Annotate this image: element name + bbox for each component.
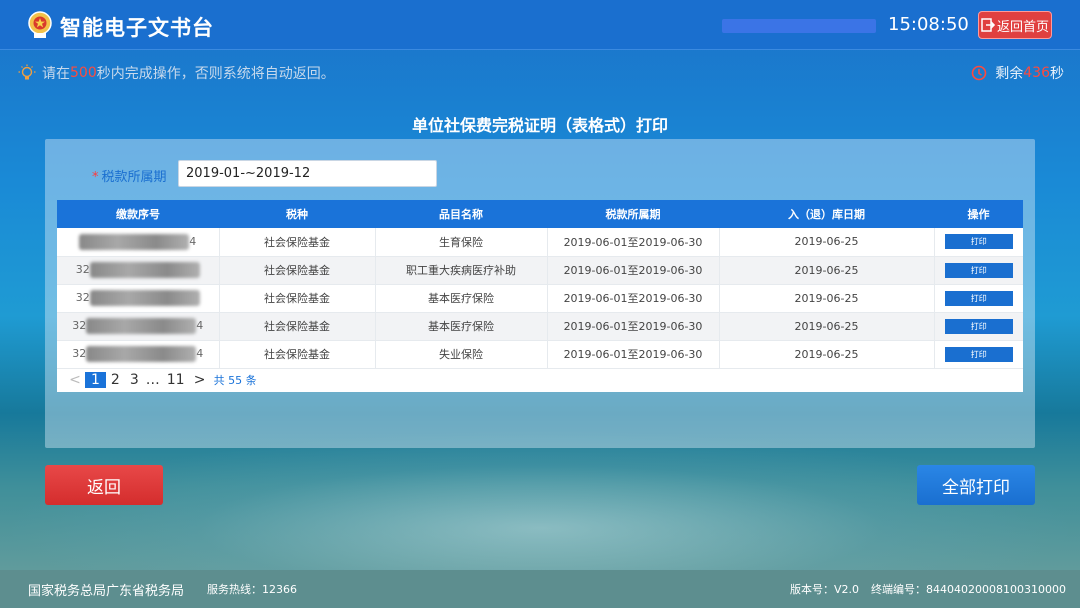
page-button-3[interactable]: 3 [125,372,144,388]
table-row: 32 社会保险基金 职工重大疾病医疗补助 2019-06-01至2019-06-… [57,256,1023,285]
col-header-tax-type: 税种 [219,200,375,228]
tax-type-cell: 社会保险基金 [219,256,376,285]
exit-icon [981,18,995,32]
page-button-1[interactable]: 1 [85,372,106,388]
seq-cell: 32 [57,256,220,285]
table-row: 32 4 社会保险基金 失业保险 2019-06-01至2019-06-30 20… [57,340,1023,369]
row-print-button[interactable]: 打印 [944,318,1013,334]
payment-table: 缴款序号 税种 品目名称 税款所属期 入（退）库日期 操作 4 社会保险基金 生… [57,200,1023,392]
action-cell: 打印 [934,340,1023,369]
table-header-row: 缴款序号 税种 品目名称 税款所属期 入（退）库日期 操作 [57,200,1023,228]
period-cell: 2019-06-01至2019-06-30 [547,312,720,341]
col-header-action: 操作 [934,200,1023,228]
header-bar: 智能电子文书台 15:08:50 返回首页 [0,0,1080,50]
seq-cell: 32 [57,284,220,313]
page-button-last[interactable]: 11 [162,372,190,388]
table-row: 32 社会保险基金 基本医疗保险 2019-06-01至2019-06-30 2… [57,284,1023,313]
seq-suffix: 4 [196,319,204,332]
footer-terminal: 终端编号：84404020008100310000 [871,583,1066,596]
action-cell: 打印 [934,256,1023,285]
next-page-button[interactable]: > [190,372,210,388]
row-print-button[interactable]: 打印 [944,346,1013,362]
action-cell: 打印 [934,228,1023,257]
tax-type-cell: 社会保险基金 [219,312,376,341]
countdown-post: 秒 [1050,66,1064,82]
seq-cell: 32 4 [57,340,220,369]
period-cell: 2019-06-01至2019-06-30 [547,256,720,285]
redacted-mask [89,262,200,278]
seq-cell: 4 [57,228,220,257]
countdown: 剩余 436 秒 [971,63,1064,83]
footer-hotline: 服务热线：12366 [207,583,297,596]
period-cell: 2019-06-01至2019-06-30 [547,340,720,369]
item-cell: 生育保险 [375,228,548,257]
tax-type-cell: 社会保险基金 [219,228,376,257]
date-cell: 2019-06-25 [719,228,935,257]
seq-prefix: 32 [72,347,87,360]
notice-text-post: 秒内完成操作，否则系统将自动返回。 [96,66,335,82]
date-cell: 2019-06-25 [719,340,935,369]
tax-type-cell: 社会保险基金 [219,284,376,313]
item-cell: 职工重大疾病医疗补助 [375,256,548,285]
tax-type-cell: 社会保险基金 [219,340,376,369]
countdown-pre: 剩余 [995,66,1024,82]
table-row: 4 社会保险基金 生育保险 2019-06-01至2019-06-30 2019… [57,228,1023,257]
row-print-button[interactable]: 打印 [944,262,1013,278]
redacted-mask [79,233,190,250]
seq-suffix: 4 [196,347,204,360]
footer-version: 版本号：V2.0 [790,583,860,596]
period-cell: 2019-06-01至2019-06-30 [547,228,720,257]
seq-prefix: 32 [72,319,87,332]
item-cell: 基本医疗保险 [375,312,548,341]
col-header-seq: 缴款序号 [57,200,219,228]
home-button-label: 返回首页 [996,19,1049,35]
seq-prefix: 32 [75,291,90,304]
redacted-mask [89,290,200,306]
seq-prefix: 32 [75,263,90,276]
required-mark: * [92,170,99,185]
page-title: 单位社保费完税证明（表格式）打印 [411,116,668,135]
timeout-notice: 请在 500 秒内完成操作，否则系统将自动返回。 [18,63,335,83]
col-header-period: 税款所属期 [547,200,719,228]
period-cell: 2019-06-01至2019-06-30 [547,284,720,313]
table-row: 32 4 社会保险基金 基本医疗保险 2019-06-01至2019-06-30 … [57,312,1023,341]
notice-seconds: 500 [70,65,97,81]
date-cell: 2019-06-25 [719,284,935,313]
seq-cell: 32 4 [57,312,220,341]
notice-text-pre: 请在 [42,66,70,82]
date-cell: 2019-06-25 [719,312,935,341]
countdown-seconds: 436 [1023,65,1050,81]
clock: 15:08:50 [888,14,969,35]
page-ellipsis: … [145,372,160,388]
action-cell: 打印 [934,284,1023,313]
lightbulb-icon [18,64,36,80]
header-status-bar [722,19,876,33]
item-cell: 失业保险 [375,340,548,369]
home-button[interactable]: 返回首页 [978,11,1052,39]
seq-suffix: 4 [189,234,197,248]
footer: 国家税务总局广东省税务局 服务热线：12366 版本号：V2.0 终端编号：84… [0,570,1080,608]
footer-org: 国家税务总局广东省税务局 [28,583,185,599]
prev-page-button[interactable]: < [65,372,85,388]
print-all-button[interactable]: 全部打印 [917,465,1035,505]
period-input[interactable] [178,160,437,187]
row-print-button[interactable]: 打印 [944,234,1013,250]
page-button-2[interactable]: 2 [106,372,125,388]
col-header-item: 品目名称 [375,200,547,228]
redacted-mask [86,318,197,334]
period-label: * 税款所属期 [92,166,167,185]
pagination: < 1 2 3 … 11 > 共 55 条 [57,368,1023,392]
app-title: 智能电子文书台 [60,16,214,40]
item-cell: 基本医疗保险 [375,284,548,313]
period-label-text: 税款所属期 [101,170,167,185]
col-header-date: 入（退）库日期 [719,200,934,228]
row-print-button[interactable]: 打印 [944,290,1013,306]
tax-emblem-icon [28,11,52,38]
back-button[interactable]: 返回 [45,465,163,505]
clock-icon [971,65,987,81]
redacted-mask [86,346,197,362]
date-cell: 2019-06-25 [719,256,935,285]
total-count: 共 55 条 [213,374,257,387]
action-cell: 打印 [934,312,1023,341]
